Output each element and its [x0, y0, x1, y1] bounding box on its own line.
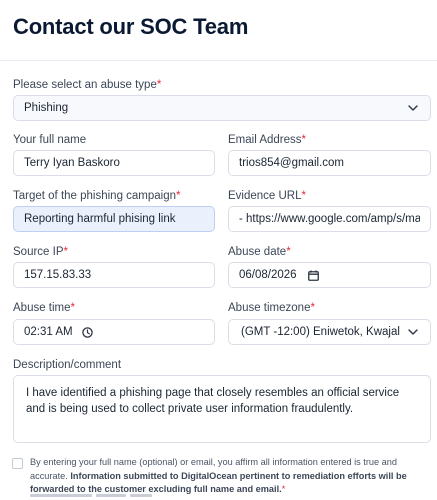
calendar-icon[interactable] — [307, 268, 321, 282]
source-ip-input[interactable]: 157.15.83.33 — [13, 262, 215, 288]
source-ip-value: 157.15.83.33 — [24, 269, 92, 281]
full-name-input[interactable]: Terry Iyan Baskoro — [13, 150, 215, 176]
full-name-value: Terry Iyan Baskoro — [24, 157, 120, 169]
source-ip-label: Source IP* — [13, 246, 68, 258]
chevron-down-icon — [406, 101, 420, 115]
evidence-url-label-text: Evidence URL — [228, 190, 302, 202]
abuse-date-label: Abuse date* — [228, 246, 291, 258]
divider — [0, 60, 437, 61]
evidence-url-value: - https://www.google.com/amp/s/manc — [239, 213, 420, 225]
abuse-type-value: Phishing — [24, 102, 69, 114]
consent-checkbox[interactable] — [12, 458, 23, 469]
required-mark: * — [70, 302, 76, 314]
abuse-type-label: Please select an abuse type* — [13, 79, 161, 91]
consent-text: By entering your full name (optional) or… — [30, 456, 430, 497]
abuse-type-select[interactable]: Phishing — [13, 95, 431, 121]
clock-icon[interactable] — [81, 325, 95, 339]
cutoff-row — [0, 494, 437, 500]
required-mark: * — [281, 484, 286, 494]
required-mark: * — [63, 246, 68, 258]
required-mark: * — [286, 246, 291, 258]
required-mark: * — [301, 134, 306, 146]
abuse-timezone-label-text: Abuse timezone — [228, 302, 311, 314]
required-mark: * — [301, 190, 306, 202]
chevron-down-icon — [406, 325, 420, 339]
description-label: Description/comment — [13, 359, 122, 371]
target-input[interactable]: Reporting harmful phising link — [13, 206, 215, 232]
abuse-date-value: 06/08/2026 — [239, 269, 297, 281]
abuse-timezone-value: (GMT -12:00) Eniwetok, Kwajale — [241, 326, 400, 338]
target-value: Reporting harmful phising link — [24, 213, 176, 225]
abuse-time-label: Abuse time* — [13, 302, 75, 314]
abuse-type-label-text: Please select an abuse type — [13, 79, 157, 91]
required-mark: * — [156, 79, 162, 91]
abuse-timezone-select[interactable]: (GMT -12:00) Eniwetok, Kwajale — [228, 319, 431, 345]
abuse-timezone-label: Abuse timezone* — [228, 302, 315, 314]
abuse-time-input[interactable]: 02:31 AM — [13, 319, 215, 345]
abuse-date-label-text: Abuse date — [228, 246, 287, 258]
source-ip-label-text: Source IP — [13, 246, 64, 258]
page-title: Contact our SOC Team — [13, 14, 249, 39]
email-label-text: Email Address — [228, 134, 302, 146]
abuse-time-label-text: Abuse time — [13, 302, 71, 314]
required-mark: * — [176, 190, 181, 202]
evidence-url-label: Evidence URL* — [228, 190, 306, 202]
email-field[interactable]: trios854@gmail.com — [228, 150, 431, 176]
target-label: Target of the phishing campaign* — [13, 190, 181, 202]
email-value: trios854@gmail.com — [239, 157, 344, 169]
abuse-time-value: 02:31 AM — [24, 326, 73, 338]
description-textarea[interactable]: I have identified a phishing page that c… — [13, 375, 431, 443]
consent-bold-text: Information submitted to DigitalOcean pe… — [30, 470, 407, 495]
abuse-date-input[interactable]: 06/08/2026 — [228, 262, 431, 288]
email-label: Email Address* — [228, 134, 306, 146]
full-name-label: Your full name — [13, 134, 87, 146]
evidence-url-input[interactable]: - https://www.google.com/amp/s/manc — [228, 206, 431, 232]
target-label-text: Target of the phishing campaign — [13, 190, 177, 202]
required-mark: * — [310, 302, 315, 314]
